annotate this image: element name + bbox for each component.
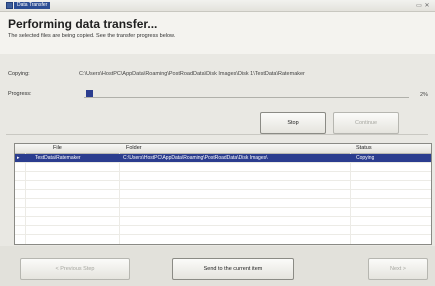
table-header: File Folder Status (15, 144, 431, 154)
page-subtitle: The selected files are being copied. See… (8, 33, 176, 39)
page-title: Performing data transfer... (8, 17, 158, 31)
progress-bar (84, 90, 409, 98)
row-file: TestData\Ratemaker (35, 155, 81, 161)
copying-path: C:\Users\HostPC\AppData\Roaming\PostRoad… (79, 71, 305, 77)
row-status: Copying (356, 155, 375, 161)
table-row[interactable] (15, 190, 431, 199)
transfer-table[interactable]: File Folder Status ▸ TestData\Ratemaker … (14, 143, 432, 245)
next-button[interactable]: Next > (368, 258, 428, 280)
app-icon (6, 2, 13, 9)
row-folder: C:\Users\HostPC\AppData\Roaming\PostRoad… (123, 155, 268, 161)
table-row[interactable] (15, 226, 431, 235)
row-marker-icon: ▸ (17, 155, 20, 161)
table-row[interactable] (15, 172, 431, 181)
table-row[interactable] (15, 199, 431, 208)
send-to-current-item-button[interactable]: Send to the current item (172, 258, 294, 280)
column-header-file[interactable]: File (53, 145, 62, 151)
window-title: Data Transfer (14, 2, 51, 9)
separator (6, 134, 428, 135)
window-controls[interactable]: ▭ ✕ (416, 2, 430, 9)
table-row[interactable]: ▸ TestData\Ratemaker C:\Users\HostPC\App… (15, 154, 431, 163)
progress-fill (86, 90, 93, 97)
table-row[interactable] (15, 208, 431, 217)
column-header-folder[interactable]: Folder (126, 145, 142, 151)
table-row[interactable] (15, 163, 431, 172)
copying-label: Copying: (8, 71, 30, 77)
table-row[interactable] (15, 181, 431, 190)
progress-label: Progress: (8, 91, 32, 97)
column-header-status[interactable]: Status (356, 145, 372, 151)
title-bar: Data Transfer ▭ ✕ (0, 0, 435, 12)
continue-button[interactable]: Continue (333, 112, 399, 134)
previous-step-button[interactable]: < Previous Step (20, 258, 130, 280)
stop-button[interactable]: Stop (260, 112, 326, 134)
progress-percent: 2% (420, 92, 428, 98)
table-row[interactable] (15, 217, 431, 226)
data-transfer-window: Data Transfer ▭ ✕ Performing data transf… (0, 0, 435, 286)
